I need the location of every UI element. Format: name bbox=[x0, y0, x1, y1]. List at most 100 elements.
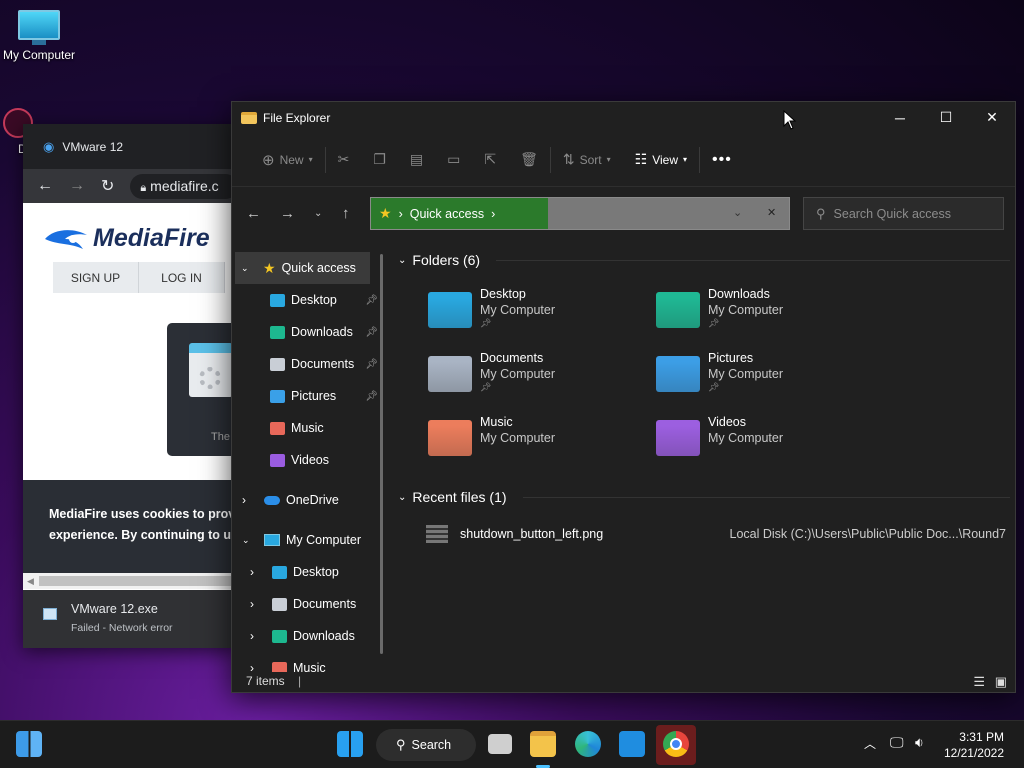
cut-button[interactable]: ✂ bbox=[326, 143, 362, 177]
chevron-down-icon: ⌄ bbox=[398, 491, 407, 503]
show-hidden-icons-icon[interactable]: ︿ bbox=[864, 735, 876, 752]
address-bar[interactable]: ★ › Quick access › ⌄ ✕ bbox=[370, 197, 790, 230]
chevron-down-icon[interactable]: ⌄ bbox=[241, 263, 257, 274]
close-icon[interactable]: ✕ bbox=[969, 102, 1015, 133]
chevron-down-icon[interactable]: ⌄ bbox=[242, 535, 258, 546]
chevron-right-icon[interactable]: › bbox=[242, 493, 258, 507]
edge-icon[interactable] bbox=[575, 731, 601, 757]
folders-section-header[interactable]: ⌄ Folders (6) bbox=[390, 242, 1010, 278]
forward-icon[interactable]: → bbox=[280, 205, 295, 222]
lock-icon: 🔒︎ bbox=[140, 181, 147, 194]
folder-location: My Computer bbox=[708, 303, 784, 317]
view-button[interactable]: ☷ View ▾ bbox=[623, 143, 699, 177]
mouse-cursor bbox=[783, 110, 797, 130]
folder-tile-downloads[interactable]: Downloads My Computer 📌︎ bbox=[656, 286, 783, 329]
log-in-button[interactable]: LOG IN bbox=[139, 262, 225, 293]
nav-item-pictures[interactable]: Pictures 📌︎ bbox=[232, 380, 382, 412]
chevron-right-icon[interactable]: › bbox=[250, 629, 266, 643]
title-bar[interactable]: File Explorer ─ ☐ ✕ bbox=[232, 102, 1015, 133]
folder-name: Pictures bbox=[708, 351, 754, 365]
start-icon[interactable] bbox=[337, 731, 363, 757]
reload-icon[interactable]: ↻ bbox=[101, 176, 114, 196]
copy-button[interactable]: ❐ bbox=[361, 143, 398, 177]
address-bar[interactable]: 🔒︎ mediafire.c bbox=[130, 173, 238, 199]
chrome-tab[interactable]: ◉ VMware 12 bbox=[23, 124, 238, 169]
file-explorer-taskbar-icon[interactable] bbox=[530, 731, 556, 757]
nav-item-downloads[interactable]: Downloads 📌︎ bbox=[232, 316, 382, 348]
delete-button[interactable]: 🗑︎ bbox=[508, 143, 550, 177]
desktop-icon bbox=[270, 293, 285, 307]
volume-icon[interactable]: 🔉︎ bbox=[915, 734, 924, 751]
nav-item-videos[interactable]: Videos bbox=[232, 444, 382, 476]
desktop-icon-my-computer[interactable]: My Computer bbox=[0, 10, 79, 62]
recent-file-row[interactable]: shutdown_button_left.png Local Disk (C:)… bbox=[426, 522, 1006, 546]
search-icon: ⚲ bbox=[396, 737, 406, 752]
nav-scrollbar[interactable] bbox=[380, 254, 383, 654]
forward-icon[interactable]: → bbox=[69, 177, 85, 195]
nav-item-desktop[interactable]: Desktop 📌︎ bbox=[232, 284, 382, 316]
videos-folder-icon bbox=[656, 420, 700, 456]
clock[interactable]: 3:31 PM 12/21/2022 bbox=[944, 729, 1004, 761]
clear-icon[interactable]: ✕ bbox=[767, 206, 776, 219]
breadcrumb-quick-access[interactable]: Quick access bbox=[410, 207, 484, 221]
nav-my-computer[interactable]: ⌄ My Computer bbox=[232, 524, 382, 556]
nav-item-documents[interactable]: › Documents bbox=[232, 588, 382, 620]
download-item[interactable]: VMware 12.exe Failed - Network error bbox=[43, 602, 238, 634]
nav-item-desktop[interactable]: › Desktop bbox=[232, 556, 382, 588]
pin-icon: 📌︎ bbox=[708, 382, 720, 392]
nav-item-downloads[interactable]: › Downloads bbox=[232, 620, 382, 652]
back-icon[interactable]: ← bbox=[246, 205, 261, 222]
up-icon[interactable]: ↑ bbox=[342, 205, 350, 222]
back-icon[interactable]: ← bbox=[37, 177, 53, 195]
document-icon bbox=[272, 597, 287, 611]
network-icon[interactable]: 🖵︎ bbox=[890, 734, 904, 751]
details-view-icon[interactable]: ☰ bbox=[973, 674, 985, 690]
status-bar: 7 items | bbox=[246, 674, 301, 688]
address-dropdown-icon[interactable]: ⌄ bbox=[733, 206, 742, 219]
folder-location: My Computer bbox=[480, 367, 556, 381]
download-icon bbox=[270, 325, 285, 339]
large-icons-view-icon[interactable]: ▣ bbox=[995, 674, 1007, 690]
folder-tile-pictures[interactable]: Pictures My Computer 📌︎ bbox=[656, 350, 783, 393]
folder-tile-videos[interactable]: Videos My Computer bbox=[656, 414, 783, 456]
chevron-right-icon[interactable]: › bbox=[250, 565, 266, 579]
search-box[interactable]: ⚲ Search Quick access bbox=[803, 197, 1004, 230]
new-button[interactable]: ⊕ New ▾ bbox=[250, 143, 325, 177]
widgets-icon[interactable] bbox=[16, 731, 42, 757]
chevron-right-icon[interactable]: › bbox=[250, 661, 266, 672]
more-options-button[interactable]: ••• bbox=[700, 143, 744, 177]
nav-label: Videos bbox=[291, 453, 329, 467]
nav-onedrive[interactable]: › OneDrive bbox=[232, 484, 382, 516]
horizontal-scrollbar[interactable]: ◀ bbox=[23, 573, 238, 589]
view-label: View bbox=[652, 152, 679, 167]
scroll-left-icon[interactable]: ◀ bbox=[23, 576, 34, 586]
nav-item-music[interactable]: › Music bbox=[232, 652, 382, 672]
share-button[interactable]: ⇱ bbox=[472, 143, 508, 177]
chevron-right-icon[interactable]: › bbox=[250, 597, 266, 611]
taskbar-search[interactable]: ⚲ Search bbox=[376, 729, 476, 761]
sort-button[interactable]: ⇅ Sort ▾ bbox=[551, 143, 623, 177]
sign-up-button[interactable]: SIGN UP bbox=[53, 262, 139, 293]
mail-icon[interactable] bbox=[619, 731, 645, 757]
recent-locations-icon[interactable]: ⌄ bbox=[314, 208, 322, 219]
status-divider: | bbox=[298, 674, 302, 688]
maximize-icon[interactable]: ☐ bbox=[923, 102, 969, 133]
rename-button[interactable]: ▭ bbox=[435, 143, 472, 177]
recent-files-section-header[interactable]: ⌄ Recent files (1) bbox=[390, 479, 1010, 515]
nav-item-music[interactable]: Music bbox=[232, 412, 382, 444]
chevron-right-icon[interactable]: › bbox=[491, 207, 495, 221]
paste-button[interactable]: ▤ bbox=[398, 143, 435, 177]
mediafire-logo[interactable]: MediaFire bbox=[43, 224, 210, 253]
breadcrumb[interactable]: ★ › Quick access › bbox=[371, 198, 548, 229]
task-view-icon[interactable] bbox=[488, 734, 512, 754]
nav-item-documents[interactable]: Documents 📌︎ bbox=[232, 348, 382, 380]
nav-label: Documents bbox=[293, 597, 357, 611]
star-icon: ★ bbox=[263, 259, 276, 276]
scroll-thumb[interactable] bbox=[39, 576, 238, 586]
folder-tile-music[interactable]: Music My Computer bbox=[428, 414, 555, 456]
folder-tile-desktop[interactable]: Desktop My Computer 📌︎ bbox=[428, 286, 555, 329]
folder-tile-documents[interactable]: Documents My Computer 📌︎ bbox=[428, 350, 555, 393]
nav-quick-access[interactable]: ⌄ ★ Quick access bbox=[235, 252, 370, 284]
minimize-icon[interactable]: ─ bbox=[877, 102, 923, 133]
pin-icon: 📌︎ bbox=[365, 390, 378, 402]
